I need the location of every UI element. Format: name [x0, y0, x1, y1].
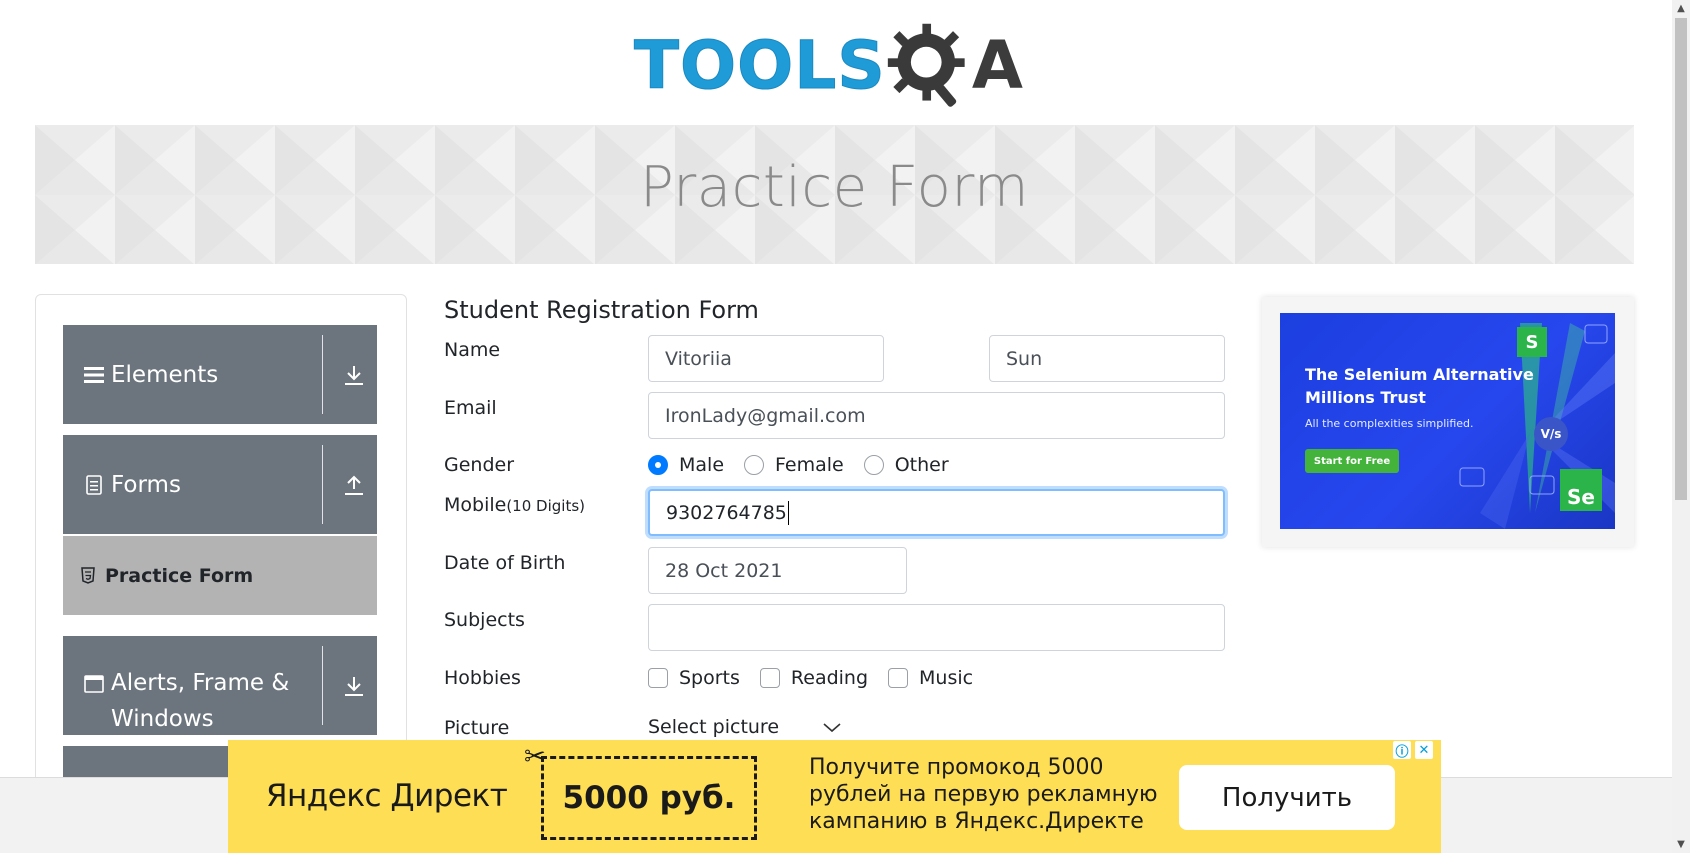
picture-label: Picture	[444, 717, 510, 739]
download-arrow-icon[interactable]	[343, 325, 365, 424]
last-name-input[interactable]: Sun	[989, 335, 1225, 382]
subjects-label: Subjects	[444, 609, 525, 631]
ad-coupon: 5000 руб.	[541, 756, 757, 840]
sidebar-group-label: Forms	[111, 471, 181, 498]
download-arrow-icon[interactable]	[343, 636, 365, 735]
sidebar-item-practice-form[interactable]: Practice Form	[63, 536, 377, 615]
ad-headline: The Selenium Alternative Millions Trust	[1305, 365, 1534, 407]
radio-button[interactable]	[863, 455, 884, 475]
toolsqa-logo[interactable]: TOOLS A	[634, 20, 1040, 112]
hobby-option-label: Music	[919, 667, 974, 689]
vertical-scrollbar[interactable]: ▲ ▼	[1672, 0, 1690, 853]
divider	[322, 445, 323, 524]
sidebar-group-label: Elements	[111, 361, 219, 388]
email-label: Email	[444, 397, 497, 419]
hobby-option-sports[interactable]: Sports	[648, 667, 740, 689]
hobby-option-reading[interactable]: Reading	[759, 667, 869, 689]
ad-selenium-alternative[interactable]: S V/s Se The Selenium Alternative Millio…	[1280, 313, 1615, 529]
hobbies-checkbox-group: Sports Reading Music	[648, 667, 993, 689]
gear-magnifier-icon	[887, 23, 965, 107]
subjects-input[interactable]	[648, 604, 1225, 651]
sidebar-group-label: Alerts, Frame & Windows	[111, 665, 289, 737]
sidebar-accordion: Elements Forms Practice Form Alerts, Fra…	[35, 294, 407, 814]
mobile-input[interactable]: 9302764785	[648, 489, 1225, 536]
mobile-hint: (10 Digits)	[506, 497, 585, 515]
logo-text-a: A	[971, 27, 1023, 104]
ad-promo-text: Получите промокод 5000 рублей на первую …	[809, 755, 1158, 834]
ad-yandex-brand: Яндекс Директ	[266, 778, 508, 814]
mobile-value: 9302764785	[666, 501, 787, 524]
gender-option-label: Female	[775, 454, 844, 476]
ad-subtext: All the complexities simplified.	[1305, 417, 1474, 430]
date-of-birth-input[interactable]: 28 Oct 2021	[648, 547, 907, 594]
mobile-label-text: Mobile	[444, 494, 507, 516]
ad-badge-se: Se	[1560, 469, 1602, 511]
gender-option-other[interactable]: Other	[863, 454, 949, 476]
checkbox[interactable]	[759, 668, 780, 688]
select-picture-label: Select picture	[648, 716, 780, 738]
page: TOOLS A Practice Form Elements Forms Pra…	[0, 0, 1690, 853]
form-title: Student Registration Form	[444, 296, 759, 324]
ad-controls: ⓘ ✕	[1393, 741, 1433, 760]
dob-label: Date of Birth	[444, 552, 566, 574]
checkbox[interactable]	[648, 668, 668, 688]
html5-icon	[81, 567, 97, 584]
ad-info-icon[interactable]: ⓘ	[1393, 741, 1411, 760]
sidebar-group-alerts-frame-windows[interactable]: Alerts, Frame & Windows	[63, 636, 377, 735]
page-title: Practice Form	[639, 155, 1030, 220]
first-name-input[interactable]: Vitoriia	[648, 335, 884, 382]
page-banner: Practice Form	[35, 125, 1634, 264]
gender-label: Gender	[444, 454, 515, 476]
chevron-down-icon	[823, 716, 841, 738]
sidebar-group-label-line2: Windows	[111, 706, 214, 732]
ad-banner-right[interactable]: S V/s Se The Selenium Alternative Millio…	[1262, 297, 1634, 547]
text-caret	[787, 500, 789, 525]
ad-close-icon[interactable]: ✕	[1415, 741, 1433, 759]
ad-badge-vs: V/s	[1534, 417, 1568, 451]
logo-text-tools: TOOLS	[634, 27, 886, 104]
email-input[interactable]: IronLady@gmail.com	[648, 392, 1225, 439]
gender-option-male[interactable]: Male	[648, 454, 724, 476]
window-icon	[83, 675, 105, 693]
scroll-up-arrow-icon[interactable]: ▲	[1672, 0, 1690, 17]
sidebar-group-label-line1: Alerts, Frame &	[111, 670, 290, 696]
ad-start-free-button[interactable]: Start for Free	[1305, 449, 1399, 473]
checkbox[interactable]	[888, 668, 909, 688]
sidebar-group-elements[interactable]: Elements	[63, 325, 377, 424]
gender-option-label: Other	[894, 454, 949, 476]
divider	[322, 335, 323, 414]
radio-button[interactable]	[744, 455, 765, 475]
ad-get-button[interactable]: Получить	[1179, 765, 1395, 830]
name-label: Name	[444, 339, 501, 361]
upload-arrow-icon[interactable]	[343, 435, 365, 534]
document-icon	[83, 474, 105, 495]
hobbies-label: Hobbies	[444, 667, 521, 689]
mobile-label: Mobile(10 Digits)	[444, 494, 585, 516]
scroll-down-arrow-icon[interactable]: ▼	[1672, 836, 1690, 853]
ad-banner-bottom[interactable]: Яндекс Директ ✂ 5000 руб. Получите промо…	[228, 740, 1441, 853]
hamburger-menu-icon	[83, 366, 105, 384]
gender-option-female[interactable]: Female	[744, 454, 844, 476]
gender-option-label: Male	[679, 454, 725, 476]
sidebar-item-label: Practice Form	[105, 564, 254, 587]
hobby-option-music[interactable]: Music	[888, 667, 973, 689]
scrollbar-thumb[interactable]	[1675, 18, 1687, 500]
ad-badge-s: S	[1517, 327, 1547, 357]
hobby-option-label: Reading	[790, 667, 869, 689]
gender-radio-group: Male Female Other	[648, 454, 969, 476]
hobby-option-label: Sports	[679, 667, 740, 689]
radio-button[interactable]	[648, 455, 668, 475]
select-picture-dropdown[interactable]: Select picture	[648, 716, 841, 738]
sidebar-group-forms[interactable]: Forms	[63, 435, 377, 534]
divider	[322, 646, 323, 725]
